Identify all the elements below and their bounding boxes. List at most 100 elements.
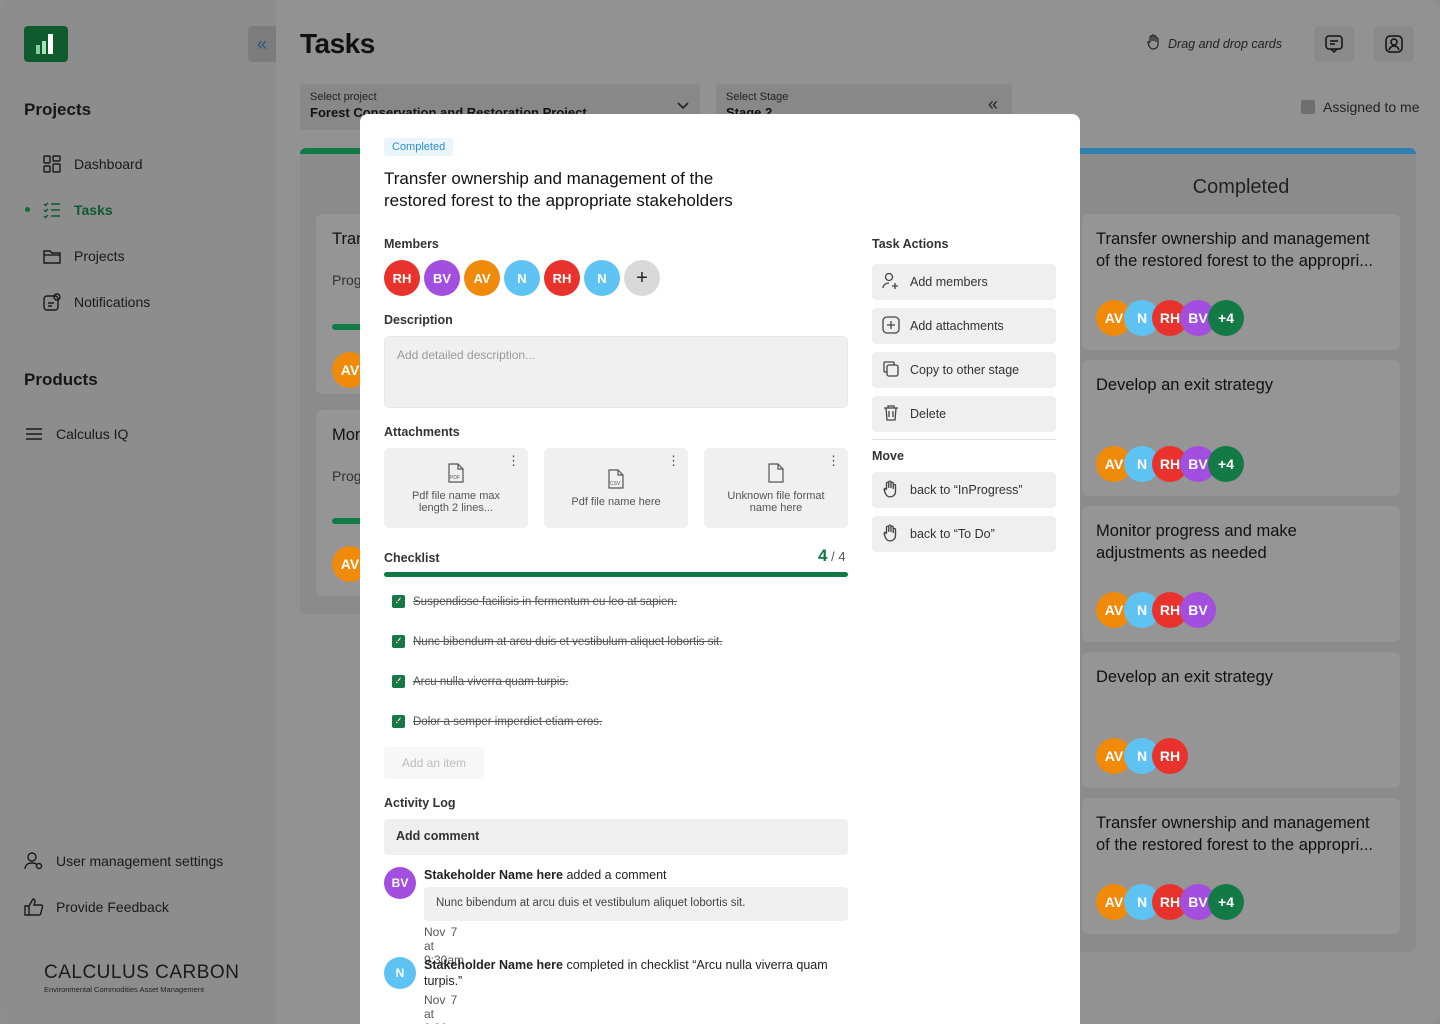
copy-to-stage-button[interactable]: Copy to other stage [872,352,1056,388]
checkbox-checked-icon[interactable]: ✓ [392,595,405,608]
pdf-file-icon: PDF [447,462,465,486]
collapse-sidebar-icon[interactable]: « [248,26,276,62]
copy-icon [882,360,900,381]
checklist-done: 4 [818,546,828,565]
sidebar-item-label: Dashboard [74,156,143,172]
checklist-item[interactable]: ✓ Suspendisse facilisis in fermentum eu l… [392,595,677,608]
sidebar-item-projects[interactable]: Projects [42,244,125,268]
more-vertical-icon[interactable]: ⋮ [507,454,520,467]
assigned-checkbox[interactable] [1301,100,1315,114]
checklist-label: Checklist [384,551,440,565]
button-label: Delete [910,407,947,421]
member-avatar[interactable]: RH [384,260,420,296]
checklist-item[interactable]: ✓ Dolor a semper imperdiet etiam eros. [392,715,602,728]
chat-icon[interactable] [1314,26,1354,62]
task-detail-modal: Completed Transfer ownership and managem… [360,114,1080,1024]
member-avatar[interactable]: N [584,260,620,296]
avatar: BV [1180,592,1216,628]
member-avatar[interactable]: AV [464,260,500,296]
notifications-icon [42,292,62,312]
task-card[interactable]: Develop an exit strategy AV N RH BV +4 [1082,360,1400,496]
more-vertical-icon[interactable]: ⋮ [667,454,680,467]
card-avatar-group: AV N RH [1096,738,1188,774]
activity-log-label: Activity Log [384,796,456,810]
sidebar-item-feedback[interactable]: Provide Feedback [24,895,169,919]
svg-text:CSV: CSV [610,481,621,487]
more-members-badge: +4 [1208,884,1244,920]
dashboard-icon [42,154,62,174]
csv-file-icon: CSV [607,468,625,492]
attachment-card[interactable]: ⋮ Unknown file format name here [704,448,848,528]
checklist-item-text: Suspendisse facilisis in fermentum eu le… [413,595,678,608]
attachment-card[interactable]: ⋮ PDF Pdf file name max length 2 lines..… [384,448,528,528]
checkbox-checked-icon[interactable]: ✓ [392,635,405,648]
checklist-item-text: Dolor a semper imperdiet etiam eros. [413,715,603,728]
checklist-item[interactable]: ✓ Arcu nulla viverra quam turpis. [392,675,568,688]
profile-icon[interactable] [1374,26,1414,62]
task-card[interactable]: Transfer ownership and management of the… [1082,798,1400,934]
checkbox-checked-icon[interactable]: ✓ [392,715,405,728]
page-title: Tasks [300,28,375,59]
sidebar-item-tasks[interactable]: Tasks [42,198,113,222]
activity-timestamp: Nov 7 at 9:30am [424,993,464,1024]
button-label: back to “InProgress” [910,483,1023,497]
sidebar-item-dashboard[interactable]: Dashboard [42,152,143,176]
task-card[interactable]: Develop an exit strategy AV N RH [1082,652,1400,788]
task-card-progress: Progress [332,272,376,288]
task-card[interactable]: Transfer ownership and management of the… [1082,214,1400,350]
card-avatar-group: AV N RH BV +4 [1096,884,1244,920]
add-user-icon [882,272,900,293]
checklist-item-text: Arcu nulla viverra quam turpis. [413,675,569,688]
stage-select-label: Select Stage [726,91,789,103]
button-label: Add members [910,275,988,289]
app-logo[interactable] [24,26,68,62]
status-badge: Completed [384,138,454,156]
checklist-item[interactable]: ✓ Nunc bibendum at arcu duis et vestibulu… [392,635,722,648]
task-card-title: Monitor progress and adjust [332,426,362,444]
sidebar-item-user-management[interactable]: User management settings [24,849,223,873]
tasks-icon [42,200,62,220]
attachment-card[interactable]: ⋮ CSV Pdf file name here [544,448,688,528]
board-column-completed: Completed Transfer ownership and managem… [1066,148,1416,952]
sidebar-item-calculus-iq[interactable]: Calculus IQ [24,422,128,446]
task-card-title: Develop an exit strategy [1096,668,1274,686]
add-checklist-item-button[interactable]: Add an item [384,747,484,779]
brand-name: CALCULUS CARBON [44,962,240,983]
activity-text: Stakeholder Name here completed in check… [424,958,828,988]
sidebar: « Projects Dashboard Tasks Projects Noti… [0,0,276,1024]
task-card-title: Transfer ownership of the [332,230,362,248]
task-card-progress: Progress [332,468,376,484]
task-card[interactable]: Monitor progress and make adjustments as… [1082,506,1400,642]
brand-logo: CALCULUS CARBON Environmental Commoditie… [44,962,239,994]
drag-hint: Drag and drop cards [1146,34,1282,53]
divider [872,439,1056,440]
double-chevron-left-icon: « [987,94,998,114]
assigned-label: Assigned to me [1323,99,1420,115]
delete-button[interactable]: Delete [872,396,1056,432]
add-members-button[interactable]: Add members [872,264,1056,300]
members-label: Members [384,237,439,251]
button-label: Copy to other stage [910,363,1020,377]
assigned-to-me-toggle[interactable]: Assigned to me [1301,99,1420,115]
avatar: BV [384,867,416,899]
card-avatar-group: AV N RH BV [1096,592,1216,628]
checkbox-checked-icon[interactable]: ✓ [392,675,405,688]
sidebar-item-notifications[interactable]: Notifications [42,290,150,314]
add-attachments-button[interactable]: Add attachments [872,308,1056,344]
checklist-total: / 4 [831,549,846,564]
sidebar-item-label: Notifications [74,294,151,310]
projects-section-title: Projects [24,100,92,119]
member-avatar[interactable]: N [504,260,540,296]
move-to-todo-button[interactable]: back to “To Do” [872,516,1056,552]
description-label: Description [384,313,453,327]
member-avatar[interactable]: RH [544,260,580,296]
move-to-in-progress-button[interactable]: back to “InProgress” [872,472,1056,508]
task-card-title: Develop an exit strategy [1096,376,1274,394]
description-input[interactable]: Add detailed description... [384,336,848,408]
avatar: RH [1152,738,1188,774]
add-comment-input[interactable]: Add comment [384,819,848,855]
more-vertical-icon[interactable]: ⋮ [827,454,840,467]
member-avatar[interactable]: BV [424,260,460,296]
add-member-button[interactable]: + [624,260,660,296]
sidebar-item-label: Provide Feedback [56,899,169,915]
